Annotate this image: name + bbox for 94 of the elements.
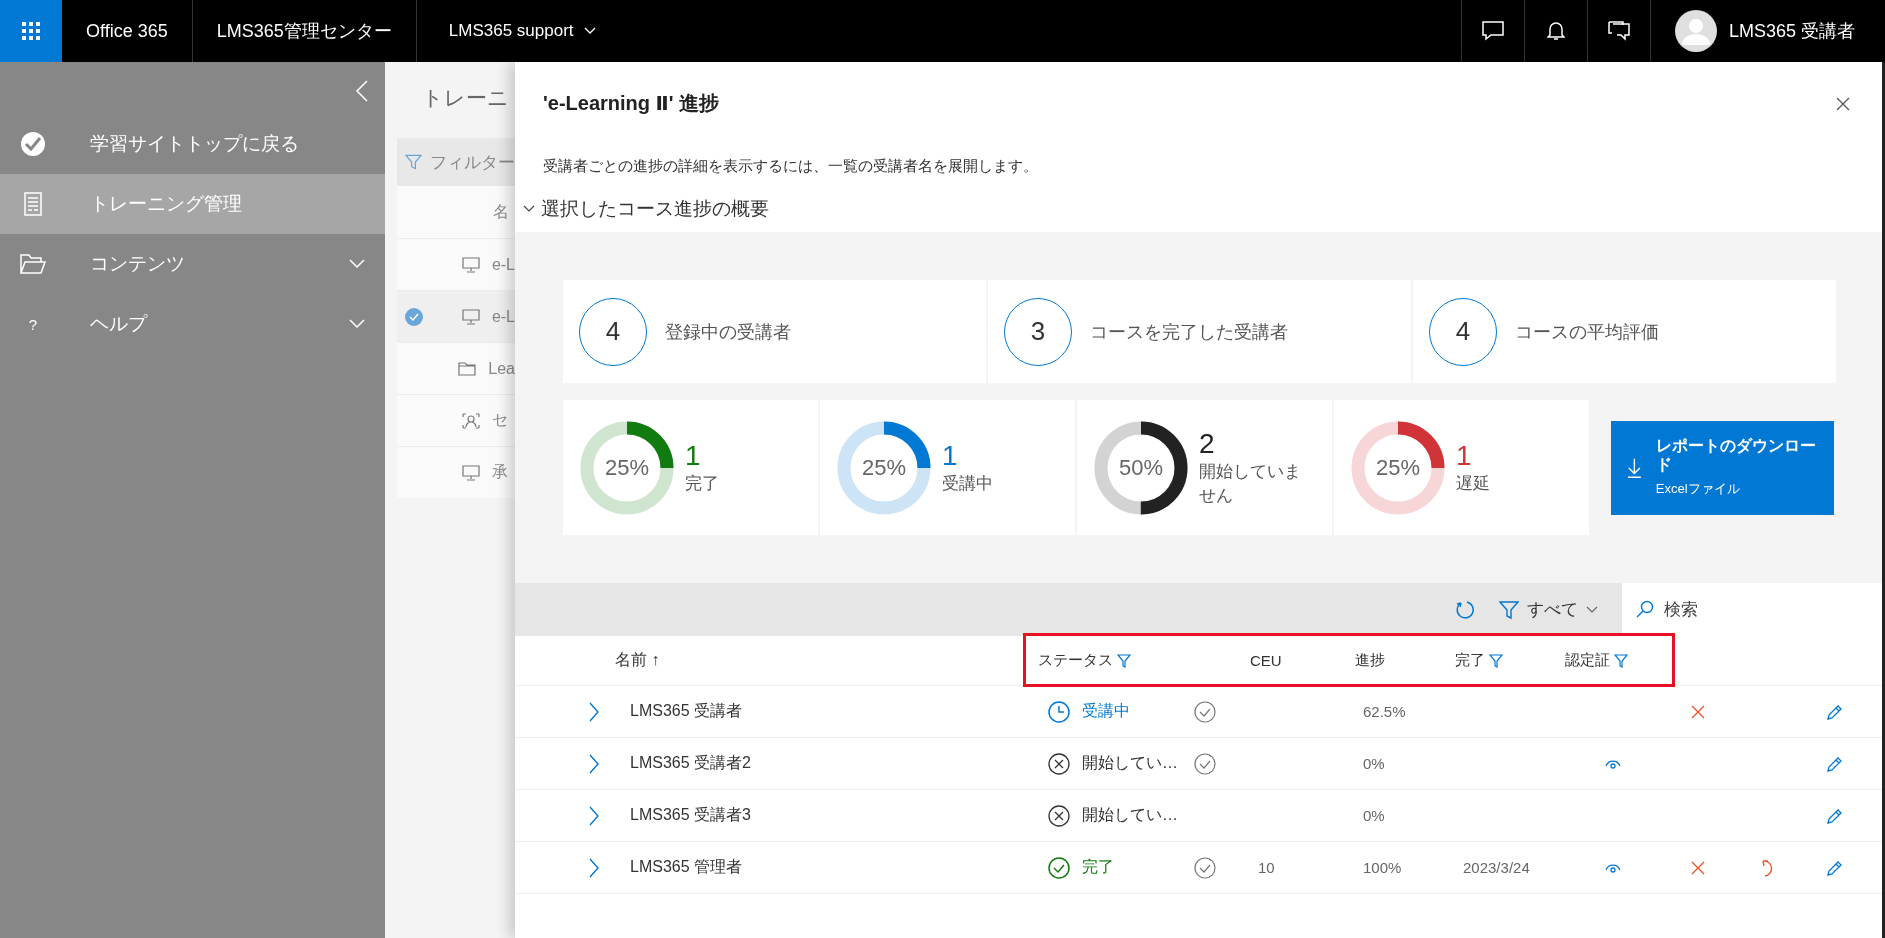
panel-title: 'e-Learning Ⅱ' 進捗 bbox=[543, 91, 720, 116]
status-text: 開始してい… bbox=[1082, 805, 1179, 825]
app-launcher-button[interactable] bbox=[0, 0, 62, 62]
column-header[interactable]: 完了 bbox=[1455, 651, 1565, 670]
check-circle-icon[interactable] bbox=[1194, 752, 1216, 775]
close-icon[interactable] bbox=[1690, 704, 1705, 719]
download-icon bbox=[1627, 456, 1642, 479]
check-circle-icon[interactable] bbox=[1194, 856, 1216, 879]
learner-name: LMS365 受講者3 bbox=[629, 805, 752, 825]
count-value: 1 bbox=[942, 439, 959, 472]
chat-icon bbox=[1481, 21, 1504, 41]
description-text: 受講者ごとの進捗の詳細を表示するには、一覧の受講者名を展開します。 bbox=[543, 157, 1039, 176]
sidebar-item[interactable]: コンテンツ bbox=[0, 234, 385, 294]
percent-label: 25% bbox=[860, 454, 907, 481]
list-row[interactable]: 承 bbox=[397, 446, 515, 498]
avatar-icon bbox=[1674, 10, 1717, 52]
summary-label: 登録中の受講者 bbox=[665, 320, 791, 344]
status-label: 受講中 bbox=[942, 472, 994, 495]
table-row[interactable]: LMS365 受講者3 開始してい… 0% bbox=[515, 790, 1882, 842]
table-row[interactable]: LMS365 管理者 完了 10 100% 2023/3/24 bbox=[515, 842, 1882, 894]
summary-label: コースを完了した受講者 bbox=[1090, 320, 1288, 344]
checkmark-icon bbox=[20, 131, 46, 157]
refresh-icon[interactable] bbox=[1455, 599, 1475, 620]
filter-icon bbox=[405, 153, 422, 171]
page-title: トレーニ bbox=[421, 85, 510, 111]
ceu-value: 10 bbox=[1258, 859, 1275, 876]
filter-icon[interactable] bbox=[1614, 653, 1628, 668]
monitor-icon bbox=[461, 308, 480, 325]
percent-label: 25% bbox=[603, 454, 650, 481]
progress-value: 100% bbox=[1363, 859, 1402, 876]
progress-value: 0% bbox=[1363, 755, 1385, 772]
sidebar-item[interactable]: ? ヘルプ bbox=[0, 294, 385, 354]
waffle-icon bbox=[22, 22, 40, 40]
learner-name: LMS365 管理者 bbox=[629, 857, 744, 877]
column-header[interactable]: 名 bbox=[493, 201, 509, 223]
caret-icon bbox=[1586, 605, 1598, 614]
download-report-button[interactable]: レポートのダウンロード Excelファイル bbox=[1611, 420, 1834, 515]
percent-label: 50% bbox=[1117, 454, 1164, 481]
check-circle-icon bbox=[1048, 856, 1070, 879]
folder-icon bbox=[458, 360, 477, 377]
site-dropdown[interactable]: LMS365 support bbox=[416, 21, 628, 41]
status-label: 開始していません bbox=[1199, 460, 1302, 507]
status-text: 受講中 bbox=[1082, 701, 1131, 721]
check-circle-icon[interactable] bbox=[1194, 700, 1216, 723]
learner-name: LMS365 受講者2 bbox=[629, 753, 752, 773]
progress-value: 62.5% bbox=[1363, 703, 1406, 720]
filter-icon[interactable] bbox=[1489, 653, 1503, 668]
completion-date: 2023/3/24 bbox=[1463, 859, 1530, 876]
person-icon bbox=[462, 412, 480, 429]
search-field[interactable]: 検索 bbox=[1622, 583, 1882, 636]
status-label: 完了 bbox=[685, 472, 720, 495]
status-text: 開始してい… bbox=[1082, 753, 1179, 773]
learner-name: LMS365 受講者 bbox=[629, 701, 744, 721]
cross-circle-icon bbox=[1048, 752, 1070, 775]
monitor-icon bbox=[462, 464, 480, 481]
feedback-icon bbox=[1607, 21, 1630, 41]
close-icon[interactable] bbox=[1836, 96, 1850, 111]
list-row[interactable]: e-L bbox=[397, 238, 515, 290]
expand-chevron-icon[interactable] bbox=[588, 857, 600, 878]
count-value: 1 bbox=[1456, 439, 1473, 472]
status-text: 完了 bbox=[1082, 857, 1115, 877]
expand-chevron-icon[interactable] bbox=[588, 753, 600, 774]
column-header[interactable]: 進捗 bbox=[1355, 651, 1455, 670]
column-header[interactable]: CEU bbox=[1250, 652, 1355, 669]
clock-icon bbox=[1048, 700, 1070, 723]
search-icon bbox=[1636, 600, 1654, 618]
table-row[interactable]: LMS365 受講者2 開始してい… 0% bbox=[515, 738, 1882, 790]
caret-icon bbox=[583, 27, 596, 35]
list-row[interactable]: セ bbox=[397, 394, 515, 446]
percent-label: 25% bbox=[1374, 454, 1421, 481]
close-icon[interactable] bbox=[1690, 860, 1705, 875]
filter-dropdown[interactable]: すべて bbox=[1489, 598, 1608, 621]
help-icon: ? bbox=[20, 315, 46, 333]
expand-chevron-icon[interactable] bbox=[588, 805, 600, 826]
section-header[interactable]: 選択したコース進捗の概要 bbox=[523, 196, 1882, 222]
summary-label: コースの平均評価 bbox=[1515, 320, 1659, 344]
sidebar-item[interactable]: 学習サイトトップに戻る bbox=[0, 114, 385, 174]
monitor-icon bbox=[461, 256, 480, 273]
table-row[interactable]: LMS365 受講者 受講中 62.5% bbox=[515, 686, 1882, 738]
count-value: 1 bbox=[685, 439, 702, 472]
count-value: 2 bbox=[1199, 427, 1216, 460]
collapse-icon[interactable] bbox=[355, 80, 369, 102]
progress-value: 0% bbox=[1363, 807, 1385, 824]
filter-icon[interactable] bbox=[1117, 653, 1131, 668]
column-header[interactable]: 名前 ↑ bbox=[615, 650, 1038, 671]
bell-icon bbox=[1546, 21, 1565, 41]
folder-icon bbox=[20, 253, 46, 275]
selected-check-icon bbox=[404, 306, 424, 327]
expand-chevron-icon[interactable] bbox=[588, 701, 600, 722]
column-header[interactable]: 認定証 bbox=[1565, 651, 1660, 670]
status-label: 遅延 bbox=[1456, 472, 1491, 495]
cross-circle-icon bbox=[1048, 804, 1070, 827]
column-header[interactable]: ステータス bbox=[1038, 651, 1250, 670]
filter-icon bbox=[1499, 599, 1519, 620]
